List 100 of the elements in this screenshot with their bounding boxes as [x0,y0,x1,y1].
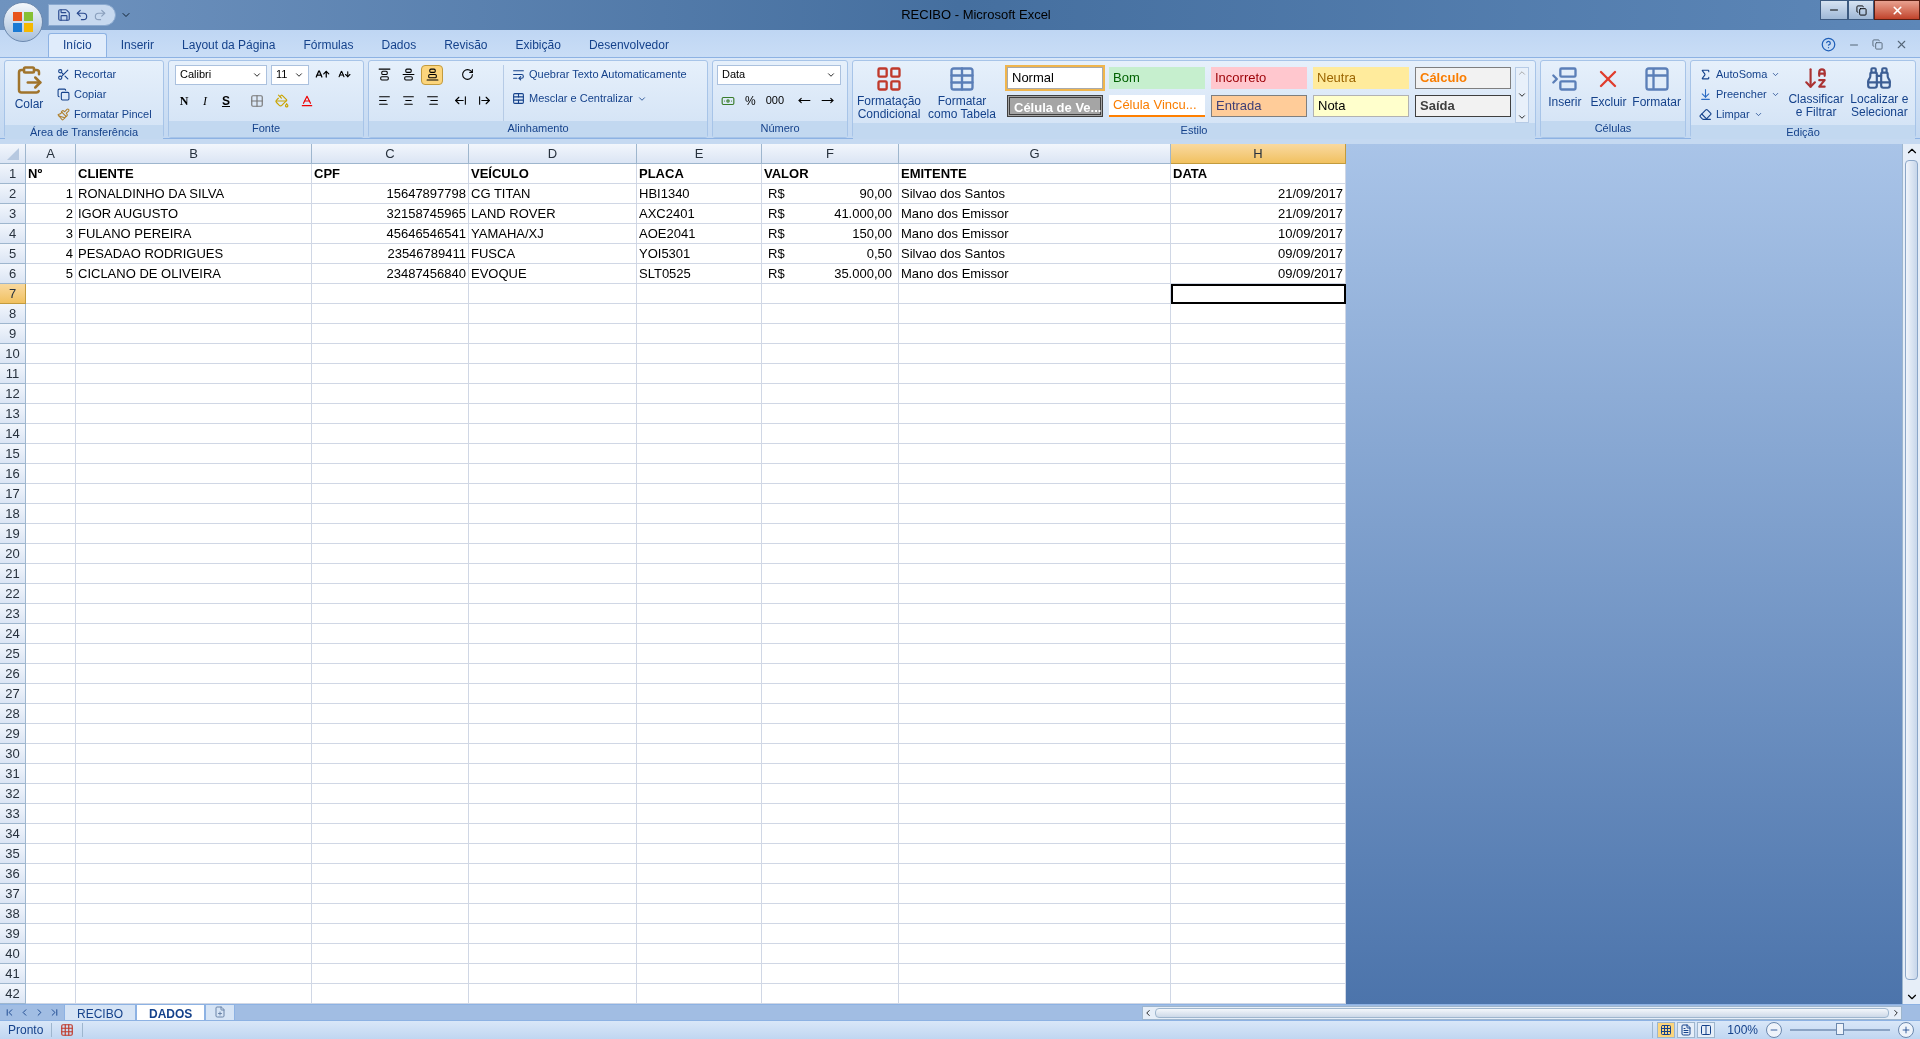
empty-cell[interactable] [1171,344,1346,364]
empty-cell[interactable] [762,304,899,324]
empty-cell[interactable] [312,364,469,384]
empty-cell[interactable] [637,824,762,844]
row-header[interactable]: 10 [0,344,26,364]
row-header[interactable]: 25 [0,644,26,664]
zoom-out-button[interactable] [1766,1022,1782,1038]
row-header[interactable]: 21 [0,564,26,584]
wrap-text-button[interactable]: Quebrar Texto Automaticamente [508,64,691,85]
column-header[interactable]: A [26,144,76,164]
column-header[interactable]: D [469,144,637,164]
row-header[interactable]: 2 [0,184,26,204]
row-header[interactable]: 39 [0,924,26,944]
empty-cell[interactable] [762,664,899,684]
delete-cells-button[interactable]: Excluir [1588,64,1629,121]
row-header[interactable]: 41 [0,964,26,984]
empty-cell[interactable] [76,764,312,784]
empty-cell[interactable] [469,684,637,704]
empty-cell[interactable] [762,364,899,384]
empty-cell[interactable] [762,404,899,424]
conditional-formatting-button[interactable]: Formatação Condicional [857,64,921,123]
empty-cell[interactable] [762,744,899,764]
row-header[interactable]: 4 [0,224,26,244]
row-header[interactable]: 28 [0,704,26,724]
empty-cell[interactable] [899,404,1171,424]
empty-cell[interactable] [469,784,637,804]
cell-style-option[interactable]: Neutra [1313,66,1409,89]
cut-button[interactable]: Recortar [53,64,156,85]
find-select-button[interactable]: Localizar e Selecionar [1847,64,1911,125]
empty-cell[interactable] [1171,404,1346,424]
percent-button[interactable]: % [741,90,760,111]
empty-cell[interactable] [899,364,1171,384]
empty-cell[interactable] [899,884,1171,904]
empty-cell[interactable] [76,924,312,944]
empty-cell[interactable] [1171,664,1346,684]
empty-cell[interactable] [469,624,637,644]
row-header[interactable]: 27 [0,684,26,704]
row-header[interactable]: 31 [0,764,26,784]
empty-cell[interactable] [637,944,762,964]
empty-cell[interactable] [1171,904,1346,924]
empty-cell[interactable] [312,504,469,524]
empty-cell[interactable] [762,904,899,924]
empty-cell[interactable] [899,944,1171,964]
empty-cell[interactable] [762,564,899,584]
empty-cell[interactable] [637,784,762,804]
empty-cell[interactable] [76,624,312,644]
empty-cell[interactable] [637,964,762,984]
empty-cell[interactable] [762,924,899,944]
empty-cell[interactable] [637,364,762,384]
sort-filter-button[interactable]: Classificar e Filtrar [1788,64,1844,125]
empty-cell[interactable] [899,384,1171,404]
cell-style-option[interactable]: Normal [1007,66,1103,89]
empty-cell[interactable] [312,404,469,424]
empty-cell[interactable] [469,964,637,984]
empty-cell[interactable] [76,304,312,324]
empty-cell[interactable] [76,324,312,344]
empty-cell[interactable] [312,944,469,964]
empty-cell[interactable] [312,384,469,404]
empty-cell[interactable] [1171,464,1346,484]
empty-cell[interactable] [76,664,312,684]
empty-cell[interactable] [899,584,1171,604]
empty-cell[interactable] [76,684,312,704]
empty-cell[interactable] [312,344,469,364]
empty-cell[interactable] [1171,684,1346,704]
empty-cell[interactable] [312,744,469,764]
view-button[interactable] [1677,1022,1696,1038]
empty-cell[interactable] [76,724,312,744]
empty-cell[interactable] [469,504,637,524]
empty-cell[interactable] [762,504,899,524]
cell-style-option[interactable]: Saída [1415,94,1511,117]
empty-cell[interactable] [637,284,762,304]
empty-cell[interactable] [637,444,762,464]
view-button[interactable] [1697,1022,1716,1038]
close-button[interactable] [1874,0,1920,20]
empty-cell[interactable] [762,484,899,504]
row-header[interactable]: 29 [0,724,26,744]
empty-cell[interactable] [899,424,1171,444]
empty-cell[interactable] [762,964,899,984]
row-header[interactable]: 36 [0,864,26,884]
empty-cell[interactable] [312,524,469,544]
empty-cell[interactable] [637,884,762,904]
empty-cell[interactable] [469,364,637,384]
empty-cell[interactable] [469,464,637,484]
empty-cell[interactable] [1171,644,1346,664]
empty-cell[interactable] [1171,844,1346,864]
empty-cell[interactable] [899,484,1171,504]
empty-cell[interactable] [469,324,637,344]
empty-cell[interactable] [762,424,899,444]
scrollbar-thumb[interactable] [1155,1007,1889,1018]
empty-cell[interactable] [312,764,469,784]
row-header[interactable]: 12 [0,384,26,404]
empty-cell[interactable] [1171,384,1346,404]
empty-cell[interactable] [637,684,762,704]
empty-cell[interactable] [637,644,762,664]
font-name-field[interactable]: Calibri [175,64,267,85]
empty-cell[interactable] [76,784,312,804]
empty-cell[interactable] [312,484,469,504]
copy-button[interactable]: Copiar [53,84,156,105]
paste-button[interactable]: Colar [9,64,49,125]
help-button[interactable] [1821,37,1836,53]
